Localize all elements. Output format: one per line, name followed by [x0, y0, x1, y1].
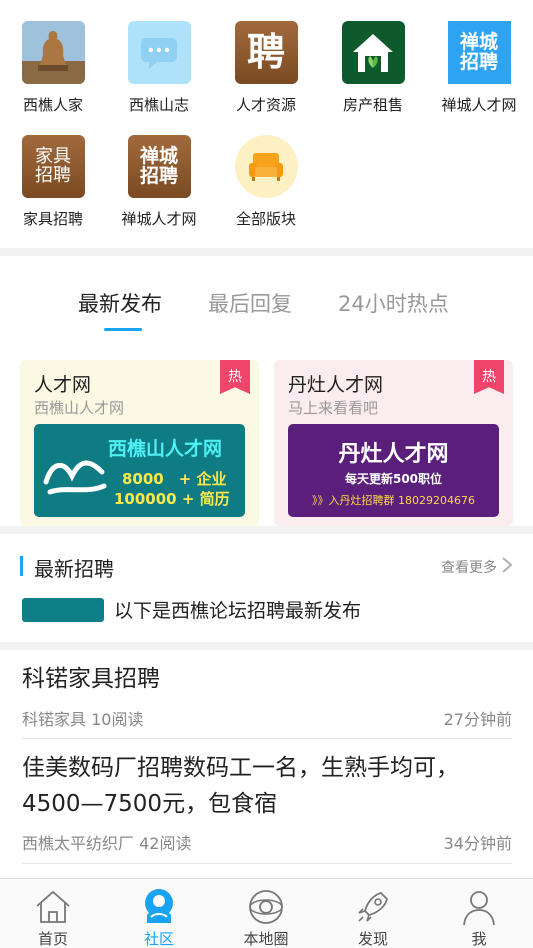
- post-title: 佳美数码厂招聘数码工一名，生熟手均可，4500—7500元，包食宿: [22, 755, 459, 817]
- divider: [22, 863, 512, 864]
- nav-home[interactable]: 首页: [0, 879, 106, 948]
- post-list: 科锘家具招聘 科锘家具 10阅读 27分钟前 佳美数码厂招聘数码工一名，生熟手均…: [0, 650, 533, 878]
- app-screen: 西樵人家 西樵山志 聘 人才资源 房产租售 禅城 招聘 禅城人才网 家具 招聘 …: [0, 0, 533, 948]
- card-banner: 丹灶人才网 每天更新500职位 》》入丹灶招聘群 18029204676: [288, 424, 499, 517]
- nav-me[interactable]: 我: [426, 879, 532, 948]
- recruit-icon: 聘: [234, 21, 298, 84]
- post-author-views: 西樵太平纺织厂 42阅读: [22, 834, 192, 853]
- card-title: 人才网: [34, 374, 92, 396]
- category-all-sections[interactable]: 全部版块: [213, 135, 319, 229]
- category-talent-resources[interactable]: 聘 人才资源: [213, 21, 319, 115]
- nav-label: 社区: [143, 930, 174, 948]
- local-circle-icon: [245, 886, 287, 928]
- user-icon: [458, 886, 500, 928]
- category-label: 家具招聘: [22, 210, 83, 228]
- nav-label: 本地圈: [243, 930, 289, 948]
- card-danzao-talent[interactable]: 丹灶人才网 马上来看看吧 热 丹灶人才网 每天更新500职位 》》入丹灶招聘群 …: [274, 360, 513, 526]
- hot-badge: 热: [474, 360, 504, 394]
- tab-last-reply[interactable]: 最后回复: [208, 288, 292, 318]
- post-meta: 科锘家具 10阅读 27分钟前: [22, 706, 512, 730]
- category-chancheng-talent[interactable]: 禅城 招聘 禅城人才网: [426, 21, 532, 115]
- post-time: 34分钟前: [443, 834, 512, 853]
- nav-label: 我: [471, 930, 487, 948]
- nav-community[interactable]: 社区: [106, 879, 212, 948]
- post-meta: 西樵太平纺织厂 42阅读 34分钟前: [22, 830, 512, 854]
- category-property[interactable]: 房产租售: [320, 21, 426, 115]
- banner-line: 100000 + 简历: [114, 490, 230, 508]
- card-subtitle: 西樵山人才网: [34, 399, 125, 417]
- mountain-logo-icon: [43, 460, 107, 495]
- post-tabs-section: 最新发布 最后回复 24小时热点 人才网 西樵山人才网 热 西樵山人才网 800…: [0, 256, 533, 526]
- banner-title: 西樵山人才网: [108, 438, 223, 460]
- rocket-icon: [352, 886, 394, 928]
- house-leaf-icon: [341, 21, 405, 84]
- active-tab-indicator: [104, 328, 142, 331]
- post-time: 27分钟前: [443, 710, 512, 729]
- card-subtitle: 马上来看看吧: [288, 399, 379, 417]
- category-label: 房产租售: [342, 96, 403, 114]
- nav-discover[interactable]: 发现: [320, 879, 426, 948]
- category-xiqiao-family[interactable]: 西樵人家: [0, 21, 106, 115]
- category-label: 人才资源: [235, 96, 296, 114]
- recruit-tag: [22, 598, 104, 622]
- furniture-recruit-icon: 家具 招聘: [21, 135, 85, 198]
- banner-title: 丹灶人才网: [338, 442, 449, 467]
- category-grid: 西樵人家 西樵山志 聘 人才资源 房产租售 禅城 招聘 禅城人才网 家具 招聘 …: [0, 0, 533, 248]
- buddha-photo-icon: [21, 21, 85, 84]
- community-icon: [138, 886, 180, 928]
- banner-line: 每天更新500职位: [344, 472, 443, 486]
- chancheng-recruit-icon: 禅城 招聘: [127, 135, 191, 198]
- chevron-right-icon[interactable]: [501, 556, 513, 578]
- bottom-nav: 首页 社区 本地圈 发现 我: [0, 878, 533, 948]
- card-title: 丹灶人才网: [288, 374, 384, 396]
- category-label: 禅城人才网: [441, 96, 517, 114]
- card-banner: 西樵山人才网 8000 + 企业 100000 + 简历: [34, 424, 245, 517]
- section-accent-bar: [20, 556, 23, 576]
- post-author-views: 科锘家具 10阅读: [22, 710, 144, 729]
- chat-bubble-icon: [127, 21, 191, 84]
- view-more-link[interactable]: 查看更多: [441, 557, 497, 577]
- section-title: 最新招聘: [34, 557, 114, 581]
- category-chancheng-talent-2[interactable]: 禅城 招聘 禅城人才网: [106, 135, 212, 229]
- divider: [22, 738, 512, 739]
- card-talent-net[interactable]: 人才网 西樵山人才网 热 西樵山人才网 8000 + 企业 100000 + 简…: [20, 360, 259, 526]
- nav-label: 发现: [357, 930, 388, 948]
- category-label: 西樵山志: [128, 96, 189, 114]
- category-xiqiao-shanzhi[interactable]: 西樵山志: [106, 21, 212, 115]
- nav-label: 首页: [37, 930, 68, 948]
- post-title: 科锘家具招聘: [22, 666, 160, 692]
- latest-recruit-section: 最新招聘 查看更多 以下是西樵论坛招聘最新发布: [0, 534, 533, 642]
- hot-badge: 热: [220, 360, 250, 394]
- list-item[interactable]: 科锘家具招聘 科锘家具 10阅读 27分钟前: [22, 660, 512, 730]
- home-icon: [32, 886, 74, 928]
- banner-line: 》》入丹灶招聘群 18029204676: [312, 494, 475, 507]
- recruit-message[interactable]: 以下是西樵论坛招聘最新发布: [114, 596, 361, 623]
- category-furniture-recruit[interactable]: 家具 招聘 家具招聘: [0, 135, 106, 229]
- list-item[interactable]: 佳美数码厂招聘数码工一名，生熟手均可，4500—7500元，包食宿 西樵太平纺织…: [22, 750, 512, 854]
- nav-local-circle[interactable]: 本地圈: [213, 879, 319, 948]
- category-label: 禅城人才网: [121, 210, 197, 228]
- tab-latest[interactable]: 最新发布: [78, 288, 162, 318]
- category-label: 西樵人家: [22, 96, 83, 114]
- category-label: 全部版块: [235, 210, 296, 228]
- tab-24h-hot[interactable]: 24小时热点: [338, 288, 449, 318]
- chancheng-recruit-icon: 禅城 招聘: [447, 21, 511, 84]
- banner-line: 8000 + 企业: [122, 470, 227, 488]
- sofa-icon: [234, 135, 298, 198]
